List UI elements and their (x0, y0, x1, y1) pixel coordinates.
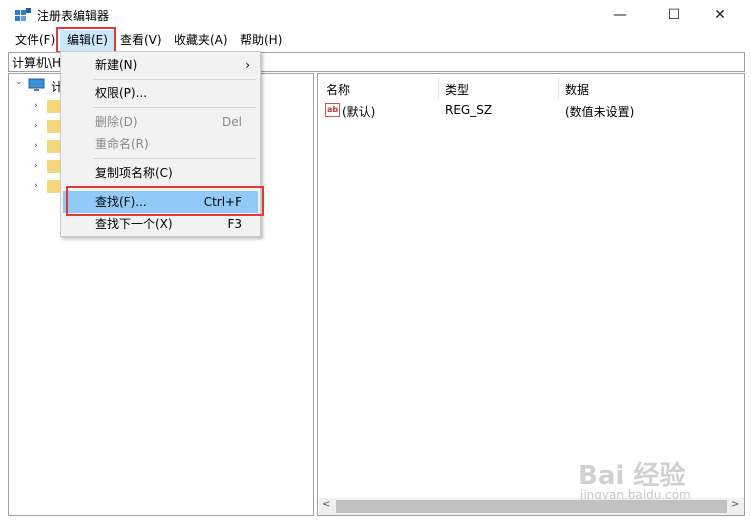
collapsed-arrow-icon[interactable]: › (34, 121, 38, 131)
menu-item-permissions[interactable]: 权限(P)... (63, 82, 258, 104)
minimize-button[interactable]: — (597, 0, 643, 30)
column-divider[interactable] (558, 78, 559, 100)
close-icon: ✕ (714, 7, 726, 23)
collapsed-arrow-icon[interactable]: › (34, 181, 38, 191)
submenu-arrow-icon: › (245, 58, 250, 72)
menu-separator (93, 107, 256, 108)
expand-icon[interactable]: ⌄ (15, 77, 23, 87)
minimize-icon: — (613, 7, 627, 23)
value-data: (数值未设置) (565, 105, 635, 119)
values-pane[interactable]: 名称 类型 数据 ab (默认) REG_SZ (数值未设置) < > (317, 73, 745, 516)
menu-view[interactable]: 查看(V) (113, 30, 169, 51)
menu-help[interactable]: 帮助(H) (233, 30, 289, 51)
column-data[interactable]: 数据 (565, 79, 589, 101)
collapsed-arrow-icon[interactable]: › (34, 161, 38, 171)
menu-edit[interactable]: 编辑(E) (60, 30, 115, 51)
watermark-url: jingyan.baidu.com (580, 488, 691, 502)
value-type: REG_SZ (445, 103, 493, 117)
menu-bar: 文件(F) 编辑(E) 查看(V) 收藏夹(A) 帮助(H) (0, 30, 751, 51)
edit-dropdown-menu: 新建(N) › 权限(P)... 删除(D) Del 重命名(R) 复制项名称(… (60, 51, 261, 237)
watermark-logo: Bai 经验 (578, 461, 686, 491)
menu-item-rename: 重命名(R) (95, 137, 149, 151)
maximize-icon: ☐ (667, 7, 681, 23)
collapsed-arrow-icon[interactable]: › (34, 141, 38, 151)
address-text: 计算机\H (12, 56, 62, 70)
maximize-button[interactable]: ☐ (651, 0, 697, 30)
menu-item-copy-key-name[interactable]: 复制项名称(C) (63, 162, 258, 184)
registry-icon (15, 8, 31, 21)
menu-separator (93, 187, 256, 188)
menu-item-find[interactable]: 查找(F)... Ctrl+F (63, 191, 258, 213)
computer-icon (28, 78, 45, 91)
ab-string-icon: ab (325, 103, 340, 117)
title-bar: 注册表编辑器 — ☐ ✕ (0, 0, 751, 30)
menu-separator (93, 79, 256, 80)
menu-item-delete: 删除(D) Del (95, 115, 242, 129)
value-name: (默认) (342, 105, 376, 119)
window-title: 注册表编辑器 (37, 9, 110, 23)
table-row[interactable]: ab (默认) REG_SZ (数值未设置) (323, 102, 733, 120)
column-name[interactable]: 名称 (326, 79, 350, 101)
column-divider[interactable] (438, 78, 439, 100)
menu-file[interactable]: 文件(F) (8, 30, 62, 51)
scroll-right-icon[interactable]: > (731, 499, 739, 510)
collapsed-arrow-icon[interactable]: › (34, 101, 38, 111)
menu-favorites[interactable]: 收藏夹(A) (167, 30, 235, 51)
menu-item-new[interactable]: 新建(N) › (63, 54, 258, 76)
column-type[interactable]: 类型 (445, 79, 469, 101)
menu-item-find-next[interactable]: 查找下一个(X) F3 (63, 213, 258, 235)
close-button[interactable]: ✕ (697, 0, 743, 30)
scroll-left-icon[interactable]: < (322, 499, 330, 510)
menu-separator (93, 158, 256, 159)
